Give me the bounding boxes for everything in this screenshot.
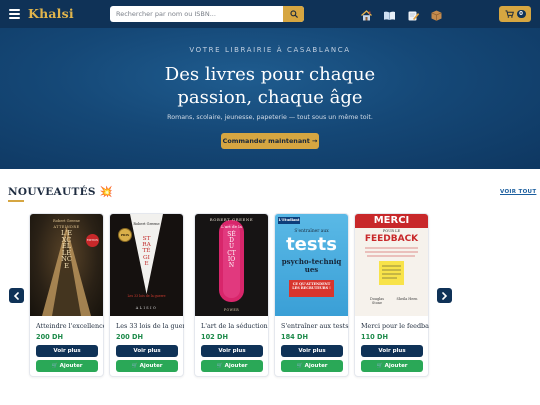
search-button[interactable] xyxy=(283,6,304,22)
book-card[interactable]: Robert Greene ATTEINDRE L'EXCELLENCE EDI… xyxy=(29,213,104,377)
view-all-link[interactable]: VOIR TOUT xyxy=(500,189,536,195)
cover-kicker: L'art de la xyxy=(221,224,242,229)
book-title[interactable]: S'entraîner aux tests xyxy=(281,322,349,330)
add-to-cart-label: Ajouter xyxy=(59,363,83,369)
book-price: 200 DH xyxy=(36,333,64,341)
view-more-button[interactable]: Voir plus xyxy=(201,345,263,357)
book-cover-image: Robert Greene ATTEINDRE L'EXCELLENCE EDI… xyxy=(30,214,103,316)
new-releases-section: NOUVEAUTÉS 💥 VOIR TOUT Robert Greene ATT… xyxy=(0,169,540,405)
add-to-cart-label: Ajouter xyxy=(139,363,163,369)
cart-icon: 🛒 xyxy=(296,363,303,369)
section-title-underline xyxy=(8,200,24,202)
add-to-cart-label: Ajouter xyxy=(224,363,248,369)
book-cover-image: L'Etudiant S'entraîner aux tests psycho-… xyxy=(275,214,348,316)
hero-banner: VOTRE LIBRAIRIE À CASABLANCA Des livres … xyxy=(0,28,540,169)
view-more-button[interactable]: Voir plus xyxy=(361,345,423,357)
add-to-cart-button[interactable]: 🛒 Ajouter xyxy=(116,360,178,372)
book-card[interactable]: ROBERT GREENE L'art de la SÉDUCTION POWE… xyxy=(194,213,269,377)
book-card[interactable]: Robert Greene STRATÉGIE Les 33 lois de l… xyxy=(109,213,184,377)
book-title[interactable]: L'art de la séduction xyxy=(201,322,269,330)
cover-author: ROBERT GREENE xyxy=(209,217,254,222)
cover-badge: EDITION xyxy=(86,234,99,247)
cover-publisher: ALISIO xyxy=(135,306,158,310)
cover-author-2: Sheila Heen xyxy=(396,297,418,301)
add-to-cart-button[interactable]: 🛒 Ajouter xyxy=(36,360,98,372)
add-to-cart-button[interactable]: 🛒 Ajouter xyxy=(361,360,423,372)
home-icon[interactable] xyxy=(360,7,373,21)
cover-banner: CE QU'ATTENDENT LES RECRUTEURS ! xyxy=(289,280,334,297)
edit-icon[interactable] xyxy=(407,7,420,21)
chevron-left-icon xyxy=(13,291,19,300)
search-bar xyxy=(110,6,304,22)
book-price: 200 DH xyxy=(116,333,144,341)
cover-badge: PRIX xyxy=(118,228,132,242)
carousel-next-button[interactable] xyxy=(437,288,452,303)
hero-title-line-1: Des livres pour chaque xyxy=(164,64,376,85)
cover-title: STRATÉGIE xyxy=(142,236,151,267)
cart-icon xyxy=(505,10,514,18)
hero-kicker: VOTRE LIBRAIRIE À CASABLANCA xyxy=(189,46,351,54)
cart-icon: 🛒 xyxy=(376,363,383,369)
cover-author: Robert Greene xyxy=(133,222,160,226)
top-navbar: Khalsi Rechercher par nom ou ISBN... 0 xyxy=(0,0,540,28)
hero-title-line-2: passion, chaque âge xyxy=(177,87,363,108)
cover-author-1: Douglas Stone xyxy=(370,297,384,305)
book-title[interactable]: Merci pour le feedback xyxy=(361,322,429,330)
book-price: 102 DH xyxy=(201,333,229,341)
add-to-cart-label: Ajouter xyxy=(384,363,408,369)
cart-icon: 🛒 xyxy=(51,363,58,369)
book-icon[interactable] xyxy=(383,7,396,20)
book-title[interactable]: Atteindre l'excellence xyxy=(36,322,104,330)
cart-icon: 🛒 xyxy=(131,363,138,369)
book-cover-image: Robert Greene STRATÉGIE Les 33 lois de l… xyxy=(110,214,183,316)
order-now-button[interactable]: Commander maintenant → xyxy=(221,133,319,149)
box-icon[interactable] xyxy=(430,7,443,21)
section-title: NOUVEAUTÉS 💥 xyxy=(8,186,114,198)
hero-title: Des livres pour chaque passion, chaque â… xyxy=(0,63,540,109)
view-more-button[interactable]: Voir plus xyxy=(116,345,178,357)
cover-author: Robert Greene xyxy=(53,219,80,223)
cover-subtitle: Les 33 lois de la guerre xyxy=(127,294,166,298)
carousel-prev-button[interactable] xyxy=(9,288,24,303)
cart-icon: 🛒 xyxy=(216,363,223,369)
book-cover-image: MERCI POUR LE FEEDBACK Douglas Stone She… xyxy=(355,214,428,316)
chevron-right-icon xyxy=(442,291,448,300)
book-card[interactable]: MERCI POUR LE FEEDBACK Douglas Stone She… xyxy=(354,213,429,377)
book-cover-image: ROBERT GREENE L'art de la SÉDUCTION POWE… xyxy=(195,214,268,316)
add-to-cart-button[interactable]: 🛒 Ajouter xyxy=(201,360,263,372)
add-to-cart-button[interactable]: 🛒 Ajouter xyxy=(281,360,343,372)
book-price: 184 DH xyxy=(281,333,309,341)
add-to-cart-label: Ajouter xyxy=(304,363,328,369)
cover-title: SÉDUCTION xyxy=(227,231,236,270)
cover-title: L'EXCELLENCE xyxy=(61,229,73,270)
book-price: 110 DH xyxy=(361,333,389,341)
search-icon xyxy=(289,10,298,18)
book-card[interactable]: L'Etudiant S'entraîner aux tests psycho-… xyxy=(274,213,349,377)
brand-logo[interactable]: Khalsi xyxy=(28,6,74,21)
book-title[interactable]: Les 33 lois de la guerre xyxy=(116,322,184,330)
cart-count-badge: 0 xyxy=(516,10,526,18)
hero-subtitle: Romans, scolaire, jeunesse, papeterie — … xyxy=(167,114,373,121)
view-more-button[interactable]: Voir plus xyxy=(36,345,98,357)
search-input[interactable] xyxy=(110,6,283,22)
cover-subtitle: psycho-techniques xyxy=(281,257,342,274)
cover-publisher: POWER xyxy=(223,308,240,312)
view-more-button[interactable]: Voir plus xyxy=(281,345,343,357)
cover-title: tests xyxy=(286,234,337,255)
hamburger-menu-icon[interactable] xyxy=(9,7,20,21)
cover-brand: L'Etudiant xyxy=(278,217,300,224)
cart-button[interactable]: 0 xyxy=(499,6,531,22)
